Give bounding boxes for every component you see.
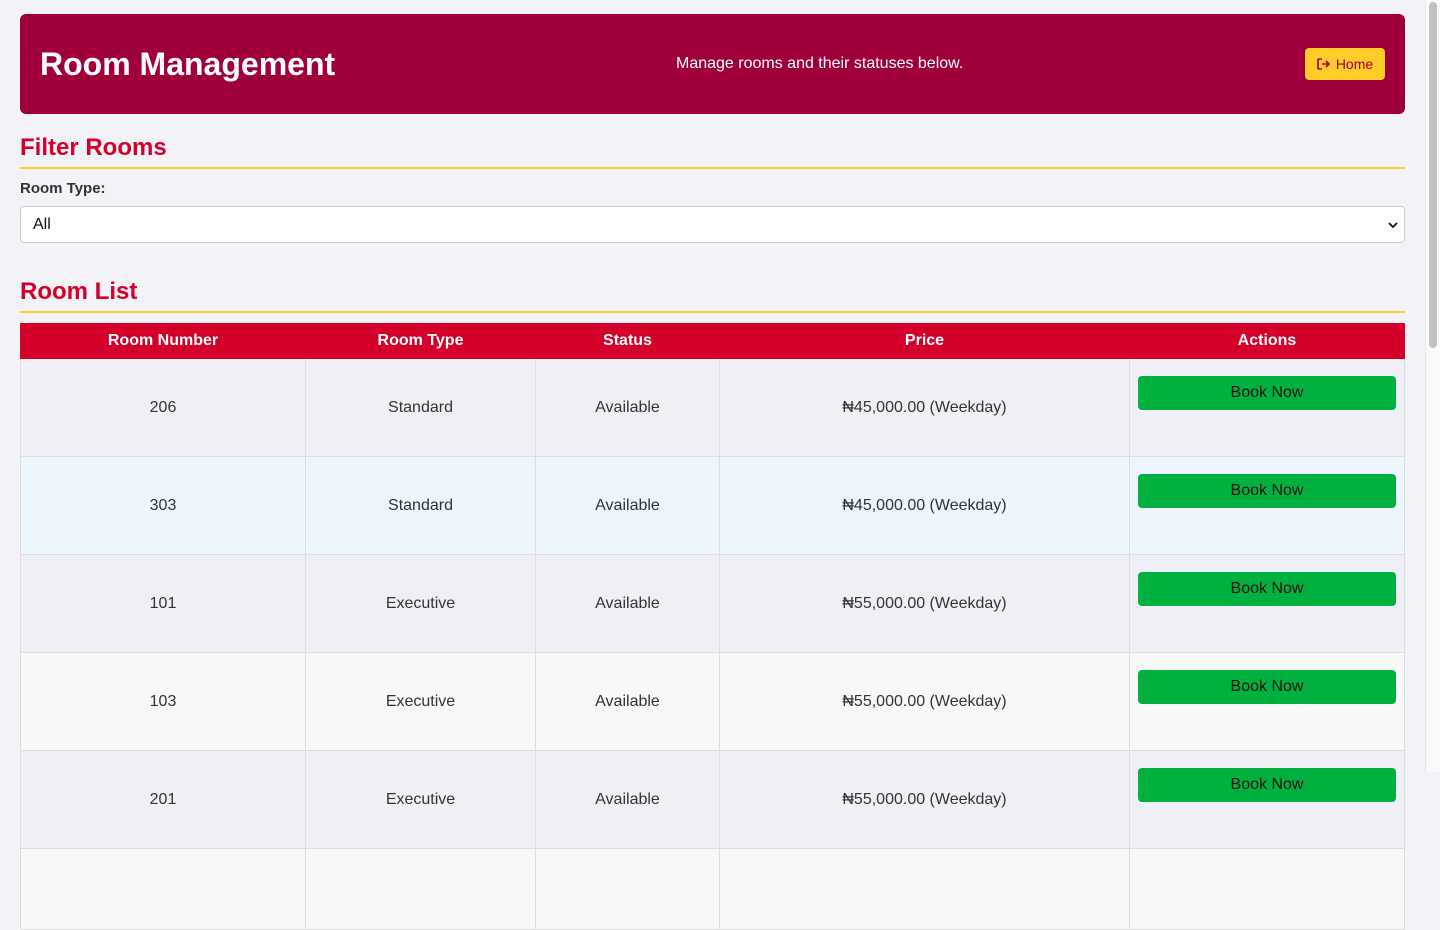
column-header-room-type: Room Type (305, 323, 536, 359)
book-now-button[interactable]: Book Now (1138, 474, 1396, 508)
page-title: Room Management (40, 45, 336, 82)
status-cell: Available (535, 652, 720, 751)
room-number-cell: 101 (20, 554, 306, 653)
page: Room Management Manage rooms and their s… (20, 14, 1405, 930)
room-number-cell: 303 (20, 456, 306, 555)
page-subtitle: Manage rooms and their statuses below. (676, 55, 964, 72)
table-row (20, 848, 1405, 930)
scrollbar-thumb[interactable] (1429, 2, 1437, 348)
room-number-cell: 103 (20, 652, 306, 751)
actions-cell: Book Now (1129, 750, 1405, 849)
table-row: 101 Executive Available ₦55,000.00 (Week… (20, 554, 1405, 653)
actions-cell: Book Now (1129, 554, 1405, 653)
price-cell: ₦55,000.00 (Weekday) (719, 750, 1130, 849)
room-type-label: Room Type: (20, 180, 106, 197)
table-row: 103 Executive Available ₦55,000.00 (Week… (20, 652, 1405, 751)
column-header-actions: Actions (1129, 323, 1405, 359)
room-list-title: Room List (20, 278, 1405, 313)
actions-cell: Book Now (1129, 358, 1405, 457)
room-type-cell: Standard (305, 358, 536, 457)
room-type-cell: Executive (305, 554, 536, 653)
room-type-cell: Standard (305, 456, 536, 555)
vertical-scrollbar[interactable] (1425, 0, 1440, 772)
price-cell: ₦45,000.00 (Weekday) (719, 456, 1130, 555)
home-button-label: Home (1335, 56, 1374, 72)
column-header-room-number: Room Number (20, 323, 306, 359)
status-cell: Available (535, 358, 720, 457)
room-number-cell: 201 (20, 750, 306, 849)
sign-out-icon (1317, 58, 1331, 70)
table-header-row: Room Number Room Type Status Price Actio… (20, 323, 1405, 359)
book-now-button[interactable]: Book Now (1138, 572, 1396, 606)
room-type-select[interactable]: All (20, 206, 1405, 243)
book-now-button[interactable]: Book Now (1138, 670, 1396, 704)
actions-cell: Book Now (1129, 652, 1405, 751)
table-row: 206 Standard Available ₦45,000.00 (Weekd… (20, 358, 1405, 457)
page-header: Room Management Manage rooms and their s… (20, 14, 1405, 114)
book-now-button[interactable]: Book Now (1138, 376, 1396, 410)
room-table: Room Number Room Type Status Price Actio… (20, 323, 1405, 930)
status-cell: Available (535, 456, 720, 555)
status-cell: Available (535, 554, 720, 653)
room-type-cell (305, 848, 536, 930)
book-now-button[interactable]: Book Now (1138, 768, 1396, 802)
room-number-cell: 206 (20, 358, 306, 457)
table-row: 201 Executive Available ₦55,000.00 (Week… (20, 750, 1405, 849)
column-header-status: Status (535, 323, 720, 359)
actions-cell: Book Now (1129, 456, 1405, 555)
price-cell: ₦45,000.00 (Weekday) (719, 358, 1130, 457)
room-type-cell: Executive (305, 652, 536, 751)
home-button[interactable]: Home (1305, 48, 1385, 80)
room-type-cell: Executive (305, 750, 536, 849)
price-cell (719, 848, 1130, 930)
filter-section-title: Filter Rooms (20, 134, 1405, 169)
column-header-price: Price (719, 323, 1130, 359)
status-cell: Available (535, 750, 720, 849)
price-cell: ₦55,000.00 (Weekday) (719, 652, 1130, 751)
price-cell: ₦55,000.00 (Weekday) (719, 554, 1130, 653)
status-cell (535, 848, 720, 930)
chevron-down-icon (1388, 216, 1398, 234)
actions-cell (1129, 848, 1405, 930)
room-number-cell (20, 848, 306, 930)
table-row: 303 Standard Available ₦45,000.00 (Weekd… (20, 456, 1405, 555)
room-type-selected-value: All (33, 215, 51, 233)
